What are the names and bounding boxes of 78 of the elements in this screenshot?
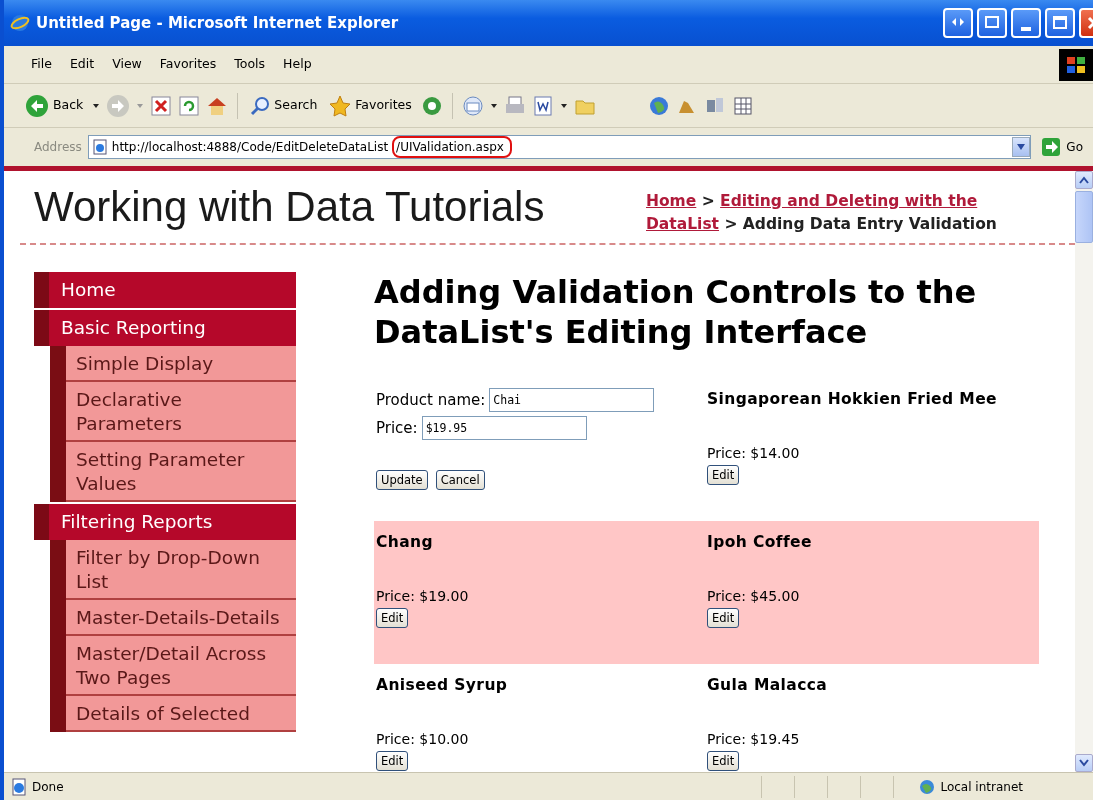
windows-logo-icon <box>1066 55 1086 74</box>
title-bar-button[interactable] <box>943 8 973 38</box>
document-icon[interactable] <box>531 94 554 117</box>
product-name: Singaporean Hokkien Fried Mee <box>707 389 998 410</box>
sidebar-item[interactable]: Master-Details-Details <box>66 600 296 636</box>
field-label: Product name: <box>376 390 486 411</box>
page-icon <box>10 777 28 796</box>
minimize-button[interactable] <box>1011 8 1041 38</box>
sidebar-item[interactable]: Declarative Parameters <box>66 382 296 442</box>
text-field[interactable]: Chai <box>489 388 655 412</box>
product-price: Price: $14.00 <box>707 444 801 463</box>
globe-icon[interactable] <box>647 94 670 117</box>
form-button[interactable]: Cancel <box>435 470 485 490</box>
page-heading: Adding Validation Controls to the DataList's Editing Interface <box>374 272 978 352</box>
maximize-button[interactable] <box>1045 8 1075 38</box>
globe-icon <box>918 777 937 796</box>
menu-item[interactable]: View <box>103 53 151 76</box>
page-icon <box>91 139 108 155</box>
edit-button[interactable]: Edit <box>707 465 740 485</box>
section-marker-strip <box>34 504 49 540</box>
menu-item[interactable]: File <box>22 53 61 76</box>
edit-button[interactable]: Edit <box>376 608 409 628</box>
edit-button[interactable]: Edit <box>376 751 409 771</box>
search-icon <box>250 95 271 116</box>
sidebar-item[interactable]: Filter by Drop-Down List <box>66 540 296 600</box>
mail-icon[interactable] <box>461 94 484 117</box>
minimize-icon <box>1021 27 1031 31</box>
refresh-icon[interactable] <box>178 94 201 117</box>
product-price: Price: $10.00 <box>376 730 470 749</box>
title-bar-button[interactable] <box>977 8 1007 38</box>
section-marker-strip <box>34 272 49 308</box>
globe-icon <box>10 13 30 33</box>
media-icon[interactable] <box>420 94 443 117</box>
field-label: Price: <box>376 418 418 439</box>
menu-item[interactable]: Favorites <box>150 53 226 76</box>
caret-icon <box>1016 143 1027 151</box>
form-button[interactable]: Update <box>376 470 428 490</box>
dropdown-button[interactable] <box>1012 137 1031 157</box>
window-title: Untitled Page - Microsoft Internet Explorer <box>36 12 399 34</box>
scrollbar[interactable] <box>1075 171 1093 772</box>
sidebar-section[interactable]: Basic Reporting <box>49 310 296 346</box>
star-icon <box>329 94 352 117</box>
text-field[interactable]: $19.95 <box>421 416 587 440</box>
back-button[interactable]: Back <box>22 91 87 120</box>
menu-item[interactable]: Help <box>274 53 321 76</box>
breadcrumb-trail[interactable]: Home > Editing and Deleting with the DataList > Adding Data Entry Validation <box>646 185 1031 236</box>
url-text: http://localhost:4888/Code/EditDeleteDataList <box>111 139 389 156</box>
sidebar-item[interactable]: Master/Detail Across Two Pages <box>66 636 296 696</box>
sidebar-item[interactable]: Simple Display <box>66 346 296 382</box>
edit-button[interactable]: Edit <box>707 751 740 771</box>
zone-text: Local intranet <box>940 778 1023 796</box>
product-price: Price: $19.00 <box>376 587 470 606</box>
product-name: Ipoh Coffee <box>707 532 813 553</box>
product-name: Gula Malacca <box>707 675 829 696</box>
product-name: Aniseed Syrup <box>376 675 509 696</box>
address-field[interactable]: http://localhost:4888/Code/EditDeleteDataList /UIValidation.aspx <box>87 135 1032 159</box>
product-price: Price: $45.00 <box>707 587 801 606</box>
sidebar-section[interactable]: Filtering Reports <box>49 504 296 540</box>
menu-item[interactable]: Tools <box>225 53 275 76</box>
sidebar-section[interactable]: Home <box>49 272 296 308</box>
sidebar-item[interactable]: Details of Selected <box>66 696 296 732</box>
section-marker-strip <box>34 310 49 346</box>
sidebar-item[interactable]: Setting Parameter Values <box>66 442 296 502</box>
site-title: Working with Data Tutorials <box>34 185 545 229</box>
scroll-thumb[interactable] <box>1075 191 1093 243</box>
favorites-button[interactable]: Favorites <box>326 92 415 119</box>
product-price: Price: $19.45 <box>707 730 801 749</box>
status-text: Done <box>32 778 64 796</box>
search-button[interactable]: Search <box>247 93 321 118</box>
maximize-icon <box>1051 14 1069 32</box>
product-name: Chang <box>376 532 434 553</box>
go-button[interactable]: Go <box>1037 137 1087 157</box>
grid-icon[interactable] <box>731 94 754 117</box>
menu-item[interactable]: Edit <box>60 53 104 76</box>
highlighted-url-text: /UIValidation.aspx <box>392 136 512 158</box>
address-label: Address <box>34 139 82 156</box>
edit-button[interactable]: Edit <box>707 608 740 628</box>
stop-icon[interactable] <box>150 94 173 117</box>
